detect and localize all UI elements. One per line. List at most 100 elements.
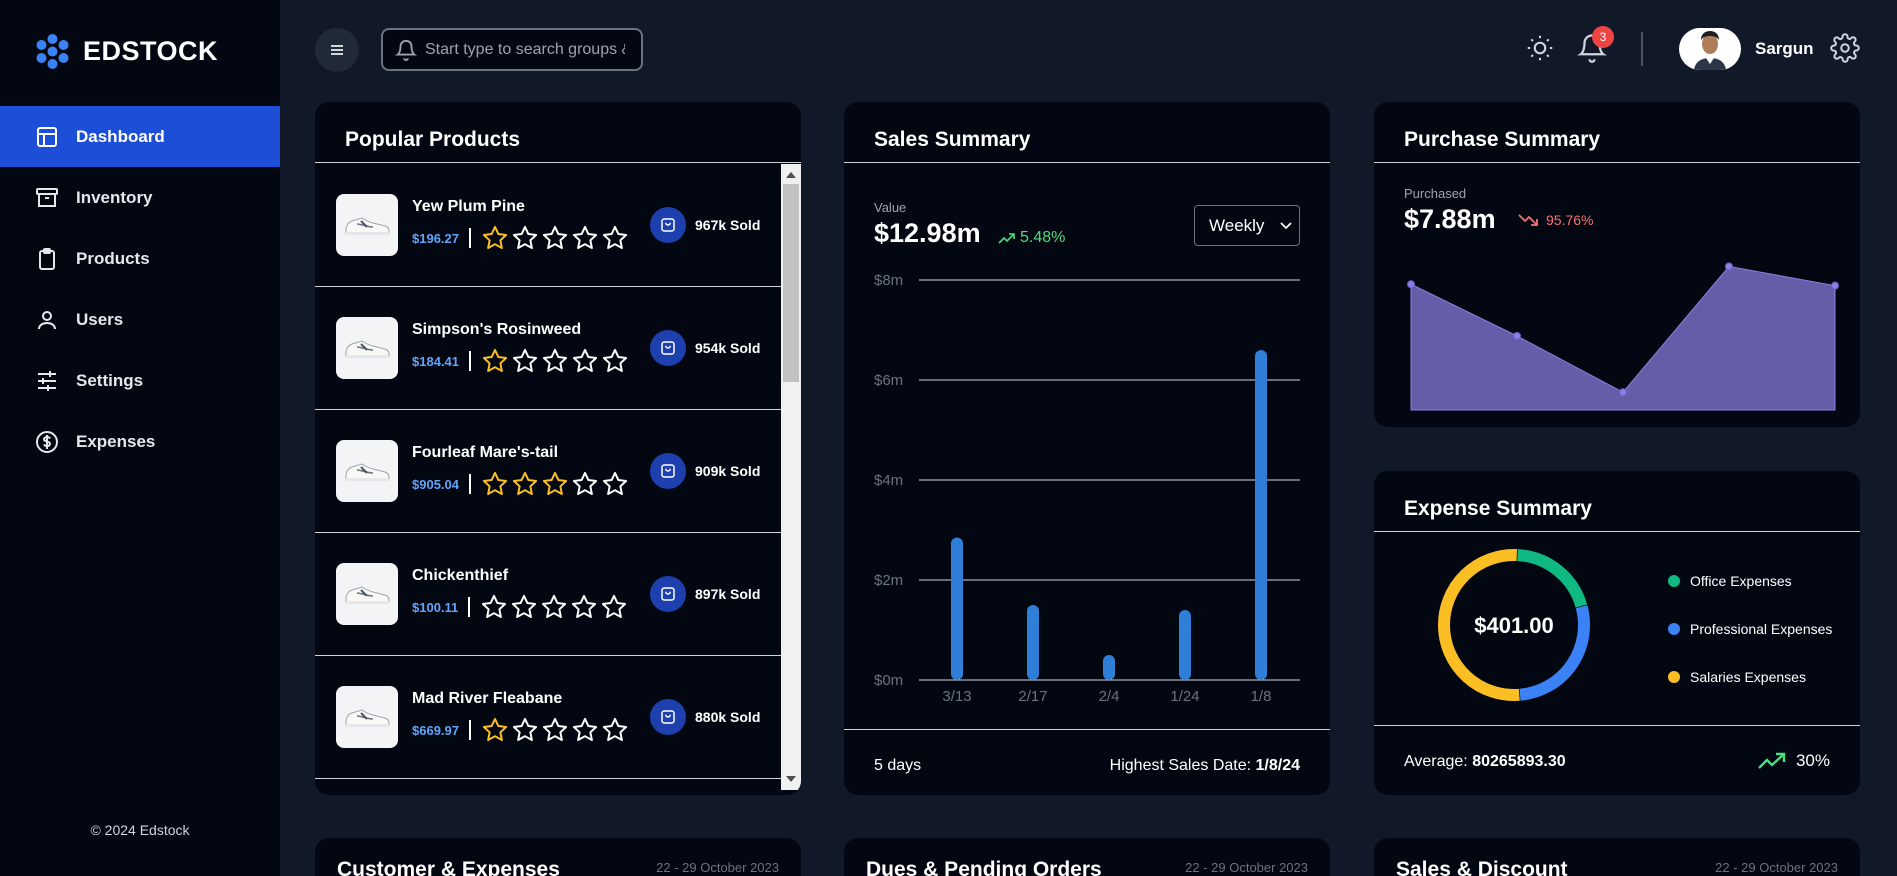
purchase-chart [1407, 262, 1839, 411]
product-name: Mad River Fleabane [412, 690, 563, 707]
data-point[interactable] [1513, 332, 1521, 340]
theme-toggle[interactable] [1522, 30, 1558, 66]
avatar[interactable] [1679, 28, 1741, 70]
bar[interactable] [1103, 655, 1115, 680]
star-icon [602, 225, 628, 250]
search-box [381, 28, 643, 71]
rating-stars [481, 347, 629, 375]
shoe-image [345, 340, 390, 358]
sidebar-item-label: Expenses [76, 431, 156, 451]
star-icon [602, 594, 627, 619]
sliders-icon [34, 368, 60, 394]
product-sold: 897k Sold [650, 576, 761, 612]
brand-logo[interactable]: EDSTOCK [34, 33, 218, 70]
star-icon [482, 348, 508, 373]
product-image [336, 194, 398, 256]
card-title: Customer & Expenses [337, 858, 560, 876]
card-title: Sales & Discount [1396, 858, 1568, 876]
sales-change-value: 5.48% [1020, 229, 1066, 246]
sidebar: EDSTOCK Dashboard Inventory Products Use… [0, 0, 280, 876]
star-icon [602, 471, 628, 496]
product-info: Yew Plum Pine $196.27 [412, 198, 629, 252]
y-tick-label: $6m [874, 372, 903, 389]
sidebar-item-inventory[interactable]: Inventory [0, 167, 280, 228]
y-tick-label: $4m [874, 472, 903, 489]
x-tick-label: 2/4 [1099, 688, 1120, 702]
sales-change: 5.48% [998, 229, 1065, 247]
list-item[interactable]: Simpson's Rosinweed $184.41 954k Sold [315, 287, 783, 410]
clipboard-icon [34, 246, 60, 272]
data-point[interactable] [1619, 388, 1627, 397]
list-item[interactable]: Chickenthief $100.11 897k Sold [315, 533, 783, 656]
shopping-bag-icon [650, 699, 686, 735]
sidebar-item-label: Settings [76, 370, 144, 390]
product-name: Chickenthief [412, 567, 509, 584]
star-icon [512, 717, 538, 742]
star-icon [482, 594, 507, 619]
user-photo [1690, 28, 1730, 70]
scrollbar[interactable] [781, 164, 801, 790]
bell-icon [395, 39, 417, 61]
highest-sales: Highest Sales Date: 1/8/24 [1110, 757, 1300, 775]
period-select[interactable]: Weekly [1194, 205, 1300, 246]
legend-label: Office Expenses [1690, 573, 1792, 589]
star-icon [542, 225, 568, 250]
shopping-bag-icon [650, 453, 686, 489]
sidebar-item-settings[interactable]: Settings [0, 350, 280, 411]
user-name[interactable]: Sargun [1755, 39, 1814, 59]
date-range: 22 - 29 October 2023 [1715, 860, 1838, 875]
product-info: Simpson's Rosinweed $184.41 [412, 321, 629, 375]
popular-products-card: Popular Products Yew Plum Pine $196.27 967… [315, 102, 801, 795]
x-tick-label: 3/13 [942, 688, 971, 702]
menu-button[interactable] [315, 28, 359, 72]
average-value: 80265893.30 [1472, 753, 1566, 770]
sold-count: 897k Sold [695, 586, 761, 602]
star-icon [482, 717, 508, 742]
sidebar-item-users[interactable]: Users [0, 289, 280, 350]
sun-icon [1527, 35, 1553, 61]
product-meta: $100.11 [412, 593, 628, 621]
shoe-image [345, 709, 390, 727]
product-price: $669.97 [412, 722, 459, 738]
search-input[interactable] [425, 40, 625, 59]
data-point[interactable] [1831, 281, 1839, 290]
expense-change: 30% [1758, 751, 1830, 771]
pie-slice[interactable] [1516, 549, 1588, 608]
settings-button[interactable] [1827, 30, 1863, 66]
product-image [336, 563, 398, 625]
product-info: Chickenthief $100.11 [412, 567, 628, 621]
sidebar-item-expenses[interactable]: Expenses [0, 411, 280, 472]
list-item[interactable]: Mad River Fleabane $669.97 880k Sold [315, 656, 783, 779]
shoe-image [345, 463, 390, 481]
bar[interactable] [1027, 605, 1039, 680]
separator [469, 228, 471, 248]
product-image [336, 440, 398, 502]
data-point[interactable] [1407, 280, 1415, 289]
sidebar-item-dashboard[interactable]: Dashboard [0, 106, 280, 167]
bar[interactable] [951, 537, 963, 681]
sold-count: 967k Sold [695, 217, 761, 233]
list-item[interactable]: Yew Plum Pine $196.27 967k Sold [315, 164, 783, 287]
scroll-thumb[interactable] [783, 184, 799, 382]
product-name: Fourleaf Mare's-tail [412, 444, 559, 461]
average-label: Average: [1404, 753, 1468, 770]
product-meta: $184.41 [412, 347, 629, 375]
notification-badge: 3 [1592, 26, 1614, 48]
data-point[interactable] [1725, 262, 1733, 271]
legend-label: Salaries Expenses [1690, 669, 1806, 685]
y-tick-label: $0m [874, 672, 903, 689]
list-item[interactable]: Fourleaf Mare's-tail $905.04 909k Sold [315, 410, 783, 533]
bar[interactable] [1255, 350, 1267, 680]
bar[interactable] [1179, 610, 1191, 680]
card-title: Dues & Pending Orders [866, 858, 1102, 876]
separator [469, 351, 471, 371]
scroll-down-arrow[interactable] [786, 776, 796, 782]
sidebar-item-products[interactable]: Products [0, 228, 280, 289]
sidebar-item-label: Dashboard [76, 126, 165, 146]
product-sold: 909k Sold [650, 453, 761, 489]
scroll-up-arrow[interactable] [786, 172, 796, 178]
star-icon [512, 348, 538, 373]
product-price: $196.27 [412, 230, 459, 246]
star-icon [572, 471, 598, 496]
star-icon [512, 471, 538, 496]
